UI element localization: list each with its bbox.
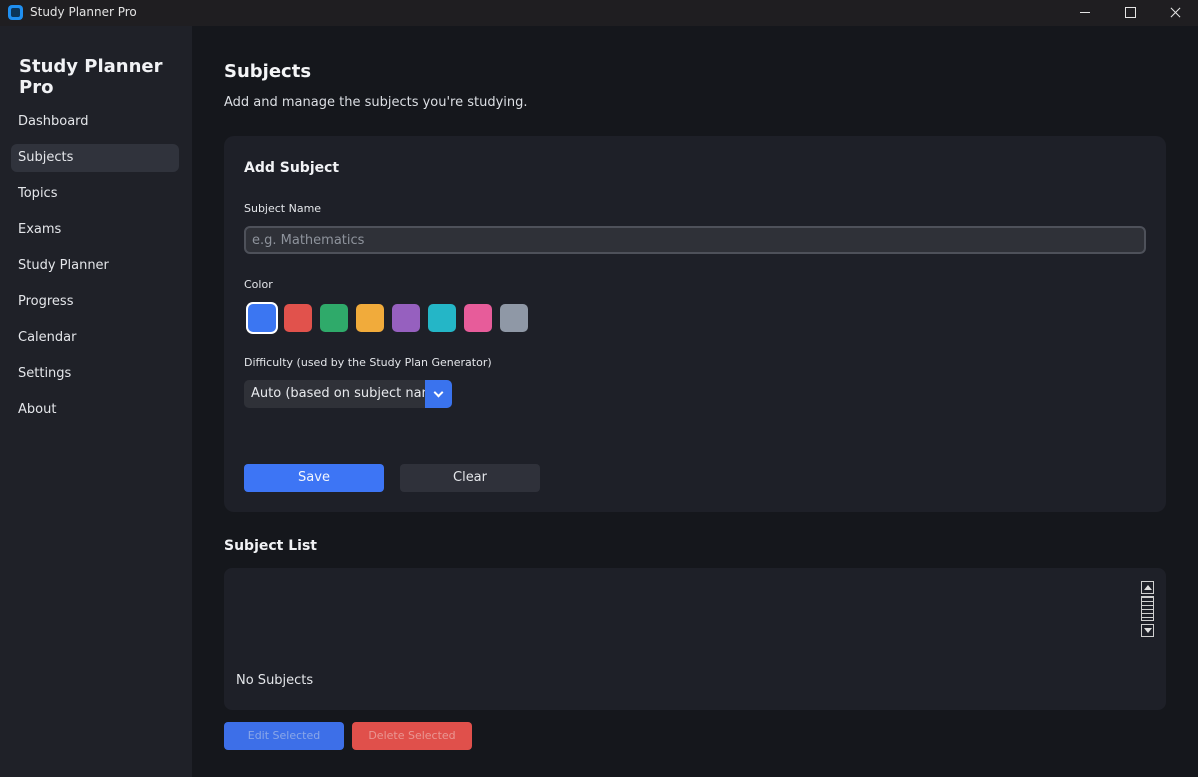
empty-list-text: No Subjects bbox=[236, 673, 314, 688]
color-swatch-orange[interactable] bbox=[356, 304, 384, 332]
save-button[interactable]: Save bbox=[244, 464, 384, 492]
sidebar-item-label: Settings bbox=[18, 366, 72, 381]
color-swatch-red[interactable] bbox=[284, 304, 312, 332]
sidebar-item-label: About bbox=[18, 402, 57, 417]
difficulty-selected-value: Auto (based on subject name) bbox=[251, 386, 448, 401]
delete-selected-button[interactable]: Delete Selected bbox=[352, 722, 472, 750]
sidebar-item-topics[interactable]: Topics bbox=[11, 180, 179, 208]
sidebar-item-label: Exams bbox=[18, 222, 62, 237]
sidebar-item-label: Study Planner bbox=[18, 258, 109, 273]
scroll-up-icon[interactable] bbox=[1141, 581, 1154, 594]
minimize-icon[interactable] bbox=[1062, 0, 1108, 26]
subject-name-input[interactable] bbox=[244, 226, 1146, 254]
difficulty-label: Difficulty (used by the Study Plan Gener… bbox=[244, 356, 492, 369]
sidebar-item-exams[interactable]: Exams bbox=[11, 216, 179, 244]
subject-list[interactable]: No Subjects bbox=[224, 568, 1166, 710]
sidebar-item-subjects[interactable]: Subjects bbox=[11, 144, 179, 172]
edit-selected-button[interactable]: Edit Selected bbox=[224, 722, 344, 750]
page-title: Subjects bbox=[224, 61, 312, 82]
color-swatch-purple[interactable] bbox=[392, 304, 420, 332]
sidebar-item-about[interactable]: About bbox=[11, 396, 179, 424]
color-label: Color bbox=[244, 278, 273, 291]
window-titlebar: Study Planner Pro bbox=[0, 0, 1198, 26]
subject-list-title: Subject List bbox=[224, 538, 317, 554]
sidebar-item-settings[interactable]: Settings bbox=[11, 360, 179, 388]
scrollbar-thumb[interactable] bbox=[1141, 596, 1154, 621]
sidebar: Study Planner Pro Dashboard Subjects Top… bbox=[0, 26, 192, 777]
sidebar-item-label: Dashboard bbox=[18, 114, 89, 129]
sidebar-item-label: Topics bbox=[18, 186, 58, 201]
maximize-icon[interactable] bbox=[1107, 0, 1153, 26]
color-swatch-teal[interactable] bbox=[428, 304, 456, 332]
add-subject-card: Add Subject Subject Name Color Difficult… bbox=[224, 136, 1166, 512]
page-subtitle: Add and manage the subjects you're study… bbox=[224, 95, 528, 110]
sidebar-item-label: Subjects bbox=[18, 150, 74, 165]
subject-name-label: Subject Name bbox=[244, 202, 322, 215]
window-title: Study Planner Pro bbox=[30, 5, 137, 19]
scroll-down-icon[interactable] bbox=[1141, 624, 1154, 637]
sidebar-item-study-planner[interactable]: Study Planner bbox=[11, 252, 179, 280]
add-subject-title: Add Subject bbox=[244, 160, 340, 176]
difficulty-select[interactable]: Auto (based on subject name) bbox=[244, 380, 452, 408]
color-swatch-blue[interactable] bbox=[248, 304, 276, 332]
sidebar-item-dashboard[interactable]: Dashboard bbox=[11, 108, 179, 136]
sidebar-brand: Study Planner Pro bbox=[19, 56, 163, 98]
sidebar-item-calendar[interactable]: Calendar bbox=[11, 324, 179, 352]
close-icon[interactable] bbox=[1152, 0, 1198, 26]
sidebar-item-label: Calendar bbox=[18, 330, 77, 345]
color-swatch-gray[interactable] bbox=[500, 304, 528, 332]
chevron-down-icon[interactable] bbox=[425, 380, 452, 408]
color-swatch-pink[interactable] bbox=[464, 304, 492, 332]
clear-button[interactable]: Clear bbox=[400, 464, 540, 492]
sidebar-item-label: Progress bbox=[18, 294, 74, 309]
color-swatch-green[interactable] bbox=[320, 304, 348, 332]
app-icon bbox=[8, 5, 23, 20]
sidebar-item-progress[interactable]: Progress bbox=[11, 288, 179, 316]
